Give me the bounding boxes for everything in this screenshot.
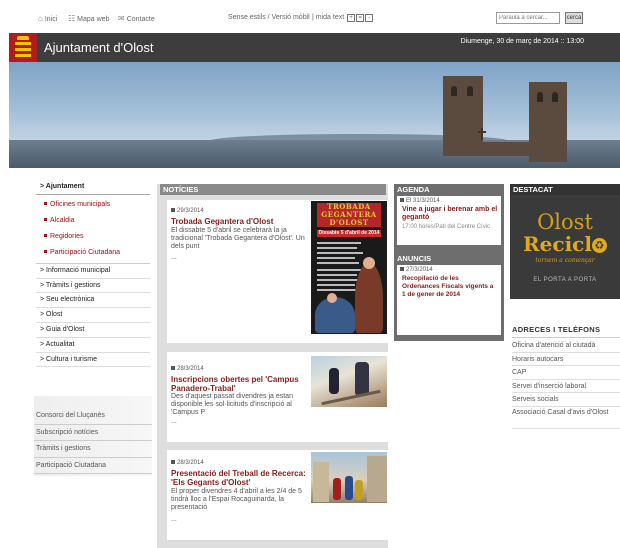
news-date: 28/3/2014 — [171, 460, 204, 466]
destacat-line1: Olost — [537, 210, 593, 234]
banner-image — [9, 62, 620, 168]
adreces-heading: ADRECES I TELÈFONS — [512, 325, 601, 334]
nav-guia-olost[interactable]: > Guia d'Olost — [36, 323, 150, 338]
nav-sub-regidories[interactable]: Regidories — [36, 229, 150, 245]
news-title[interactable]: Inscripcions obertes pel 'Campus Panader… — [171, 375, 311, 393]
destacat-porta: EL PORTA A PORTA — [533, 277, 597, 283]
agenda-heading: AGENDA — [397, 185, 430, 194]
event-date: El 31/3/2014 — [400, 198, 440, 204]
recycle-icon: ♻ — [591, 238, 607, 253]
nav-sub-oficines[interactable]: Oficines municipals — [36, 197, 150, 213]
accessibility-link[interactable]: Sense estils / Versió mòbil — [228, 14, 310, 21]
news-date: 28/3/2014 — [171, 366, 204, 372]
destacat-line2: Recicl ♻ — [510, 233, 620, 255]
link-participacio[interactable]: Participació Ciutadana — [34, 458, 152, 474]
adreca-insercio[interactable]: Servei d'inserció laboral — [512, 380, 620, 393]
coat-of-arms-logo[interactable] — [9, 33, 37, 62]
link-consorci[interactable]: Consorci del Lluçanès — [34, 408, 152, 425]
news-more[interactable]: ... — [171, 516, 177, 523]
text-size-control: | mida text + = - — [312, 14, 374, 22]
mail-icon: ✉ — [118, 14, 125, 23]
sitemap-icon: ☷ — [68, 14, 76, 23]
link-tramits[interactable]: Tràmits i gestions — [34, 441, 152, 458]
site-title[interactable]: Ajuntament d'Olost — [44, 40, 153, 55]
poster-subtitle: Dissabte 5 d'abril de 2014 — [318, 230, 380, 236]
news-more[interactable]: ... — [171, 418, 177, 425]
sitemap-link[interactable]: ☷ Mapa web — [68, 14, 109, 23]
nav-cultura-turisme[interactable]: > Cultura i turisme — [36, 353, 150, 368]
adreces-list: Oficina d'atenció al ciutadà Horaris aut… — [512, 339, 620, 429]
text-size-decrease-button[interactable]: - — [365, 14, 374, 22]
nav-informacio-municipal[interactable]: > Informació municipal — [36, 264, 150, 279]
site-header: Ajuntament d'Olost Diumenge, 30 de març … — [9, 33, 620, 62]
anunci-item[interactable]: 27/3/2014 Recopilació de les Ordenances … — [397, 265, 501, 335]
text-size-increase-button[interactable]: + — [347, 14, 356, 22]
home-icon: ⌂ — [38, 14, 43, 23]
nav-olost[interactable]: > Olost — [36, 308, 150, 323]
adreca-autocars[interactable]: Horaris autocars — [512, 353, 620, 366]
news-excerpt: Des d'aquest passat divendres ja estan d… — [171, 393, 293, 416]
event-location: 17:00 hores/Pati del Centre Cívic — [402, 224, 491, 230]
search-button[interactable]: cerca — [565, 12, 583, 24]
news-more[interactable]: ... — [171, 254, 177, 261]
adreca-serveis-socials[interactable]: Serveis socials — [512, 393, 620, 407]
adreca-cap[interactable]: CAP — [512, 366, 620, 380]
top-utility-bar: ⌂ Inici ☷ Mapa web ✉ Contacte Sense estils … — [0, 0, 620, 32]
nav-tramits-gestions[interactable]: > Tràmits i gestions — [36, 279, 150, 294]
text-size-label: | mida text — [312, 14, 345, 21]
text-size-reset-button[interactable]: = — [356, 14, 365, 22]
left-quick-links: Consorci del Lluçanès Subscripció notíci… — [34, 408, 152, 474]
news-date: 29/3/2014 — [171, 208, 204, 214]
agenda-event[interactable]: El 31/3/2014 Vine a jugar i berenar amb … — [397, 196, 501, 245]
olost-recicla-banner[interactable]: Olost Recicl ♻ tornem a començar EL PORTA… — [510, 195, 620, 299]
news-excerpt: El proper divendres 4 d'abril a les 2/4 … — [171, 488, 302, 511]
anunci-date: 27/3/2014 — [400, 267, 433, 273]
anuncis-heading: ANUNCIS — [397, 254, 432, 263]
destacat-heading: DESTACAT — [510, 184, 620, 195]
anunci-title[interactable]: Recopilació de les Ordenances Fiscals vi… — [402, 275, 498, 299]
link-subscripcio[interactable]: Subscripció notícies — [34, 425, 152, 441]
adreca-oac[interactable]: Oficina d'atenció al ciutadà — [512, 339, 620, 353]
home-link[interactable]: ⌂ Inici — [38, 14, 57, 23]
gegants-photo[interactable] — [311, 452, 387, 503]
main-navigation: > Ajuntament Oficines municipals Alcaldi… — [36, 180, 150, 368]
news-title[interactable]: Trobada Gegantera d'Olost — [171, 217, 311, 226]
poster-title: TROBADA GEGANTERA D'OLOST — [317, 203, 381, 227]
news-heading: NOTÍCIES — [160, 184, 386, 195]
destacat-tagline: tornem a començar — [535, 257, 595, 264]
event-title[interactable]: Vine a jugar i berenar amb el gegantó — [402, 206, 500, 222]
nav-actualitat[interactable]: > Actualitat — [36, 338, 150, 353]
news-excerpt: El dissabte 5 d'abril se celebrarà la ja… — [171, 227, 305, 250]
nav-seu-electronica[interactable]: > Seu electrònica — [36, 293, 150, 309]
contact-link[interactable]: ✉ Contacte — [118, 14, 155, 23]
current-date: Diumenge, 30 de març de 2014 :: 13:00 — [460, 38, 584, 45]
nav-ajuntament[interactable]: > Ajuntament — [36, 180, 150, 195]
nav-sub-participacio[interactable]: Participació Ciutadana — [36, 245, 150, 261]
trobada-gegantera-poster[interactable]: TROBADA GEGANTERA D'OLOST Dissabte 5 d'a… — [311, 201, 387, 334]
nav-sub-alcaldia[interactable]: Alcaldia — [36, 213, 150, 229]
adreca-casal-avis[interactable]: Associació Casal d'avis d'Olost — [512, 407, 620, 429]
news-title[interactable]: Presentació del Treball de Recerca: 'Els… — [171, 469, 311, 487]
campus-photo[interactable] — [311, 356, 387, 407]
search-input[interactable] — [496, 12, 560, 24]
